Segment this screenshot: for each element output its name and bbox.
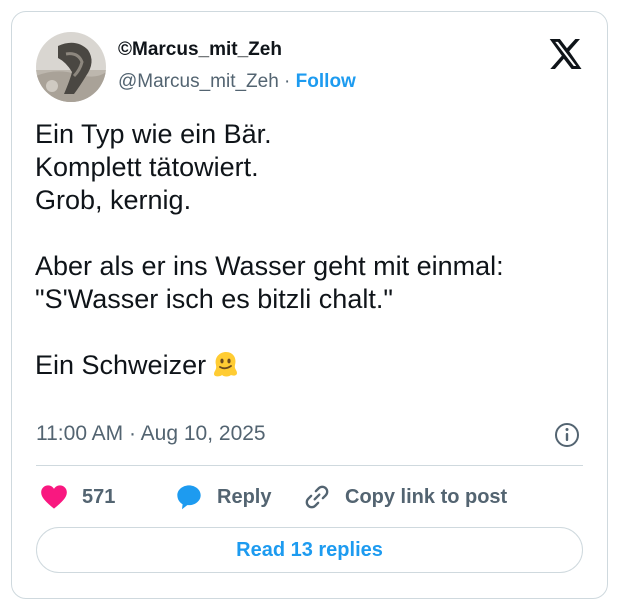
melting-face-emoji bbox=[210, 349, 240, 379]
text-line: Aber als er ins Wasser geht mit einmal: bbox=[35, 251, 504, 281]
copy-link-button[interactable]: Copy link to post bbox=[303, 482, 507, 512]
text-line: Grob, kernig. bbox=[35, 185, 192, 215]
author-block: ©Marcus_mit_Zeh @Marcus_mit_Zeh · Follow bbox=[118, 38, 356, 94]
like-button[interactable]: 571 bbox=[40, 482, 115, 512]
link-icon bbox=[305, 485, 329, 509]
avatar[interactable] bbox=[36, 32, 106, 102]
text-line: Ein Schweizer bbox=[35, 349, 585, 382]
action-bar: 571 Reply Copy link to post bbox=[40, 482, 583, 512]
reply-button[interactable]: Reply bbox=[175, 482, 271, 512]
text-line: Komplett tätowiert. bbox=[35, 152, 259, 182]
info-icon[interactable] bbox=[554, 422, 580, 448]
tweet-card: ©Marcus_mit_Zeh @Marcus_mit_Zeh · Follow… bbox=[11, 11, 608, 599]
read-replies-button[interactable]: Read 13 replies bbox=[36, 527, 583, 573]
reply-bubble-icon bbox=[177, 485, 201, 510]
copy-link-label: Copy link to post bbox=[345, 485, 508, 508]
follow-button[interactable]: Follow bbox=[296, 71, 356, 92]
tweet-text: Ein Typ wie ein Bär. Komplett tätowiert.… bbox=[35, 118, 585, 382]
text-line-content: Ein Schweizer bbox=[35, 350, 207, 380]
handle-separator: · bbox=[278, 71, 296, 92]
display-name[interactable]: ©Marcus_mit_Zeh bbox=[118, 38, 356, 62]
text-line: "S'Wasser isch es bitzli chalt." bbox=[35, 284, 393, 314]
heart-icon bbox=[41, 485, 67, 509]
x-logo-icon[interactable] bbox=[547, 36, 583, 72]
divider bbox=[36, 465, 583, 466]
like-count: 571 bbox=[82, 485, 116, 508]
text-line: Ein Typ wie ein Bär. bbox=[35, 119, 272, 149]
timestamp[interactable]: 11:00 AM · Aug 10, 2025 bbox=[36, 422, 266, 446]
reply-label: Reply bbox=[217, 485, 272, 508]
handle-row: @Marcus_mit_Zeh · Follow bbox=[118, 70, 356, 94]
handle[interactable]: @Marcus_mit_Zeh bbox=[118, 71, 279, 92]
read-replies-label: Read 13 replies bbox=[236, 538, 383, 561]
